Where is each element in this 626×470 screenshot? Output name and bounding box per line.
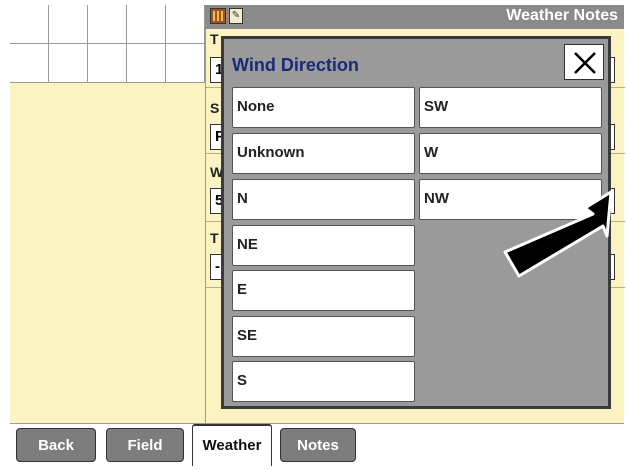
- grid-cell[interactable]: [166, 44, 205, 83]
- field-label: T: [210, 31, 219, 47]
- option-sw[interactable]: SW: [419, 87, 602, 128]
- field-label: S: [210, 100, 220, 116]
- tab-field[interactable]: Field: [106, 428, 184, 462]
- tab-notes[interactable]: Notes: [280, 428, 356, 462]
- grid-cell[interactable]: [10, 44, 49, 83]
- note-icon: ✎: [229, 8, 243, 24]
- grid-cell[interactable]: [127, 5, 166, 44]
- grid-cell[interactable]: [166, 5, 205, 44]
- tab-weather[interactable]: Weather: [192, 424, 272, 466]
- page-title: Weather Notes: [506, 7, 618, 24]
- tab-back[interactable]: Back: [16, 428, 96, 462]
- tab-bar: Back Field Weather Notes: [10, 423, 624, 466]
- grid-icon: [210, 8, 226, 24]
- close-button[interactable]: [564, 44, 604, 80]
- grid-cell[interactable]: [49, 44, 88, 83]
- field-value: -: [215, 258, 220, 275]
- title-bar: ✎ Weather Notes: [205, 5, 624, 29]
- grid-cell[interactable]: [88, 5, 127, 44]
- grid-cell[interactable]: [127, 44, 166, 83]
- close-icon: [574, 52, 596, 74]
- option-s[interactable]: S: [232, 361, 415, 402]
- option-n[interactable]: N: [232, 179, 415, 220]
- option-none[interactable]: None: [232, 87, 415, 128]
- left-panel: [10, 83, 205, 423]
- grid-cell[interactable]: [88, 44, 127, 83]
- grid-cell[interactable]: [10, 5, 49, 44]
- field-grid: [10, 5, 205, 83]
- dialog-title: Wind Direction: [232, 55, 359, 75]
- option-e[interactable]: E: [232, 270, 415, 311]
- option-ne[interactable]: NE: [232, 225, 415, 266]
- grid-cell[interactable]: [49, 5, 88, 44]
- option-w[interactable]: W: [419, 133, 602, 174]
- option-se[interactable]: SE: [232, 316, 415, 357]
- field-label: T: [210, 230, 219, 246]
- option-unknown[interactable]: Unknown: [232, 133, 415, 174]
- pointer-arrow-icon: [503, 190, 613, 278]
